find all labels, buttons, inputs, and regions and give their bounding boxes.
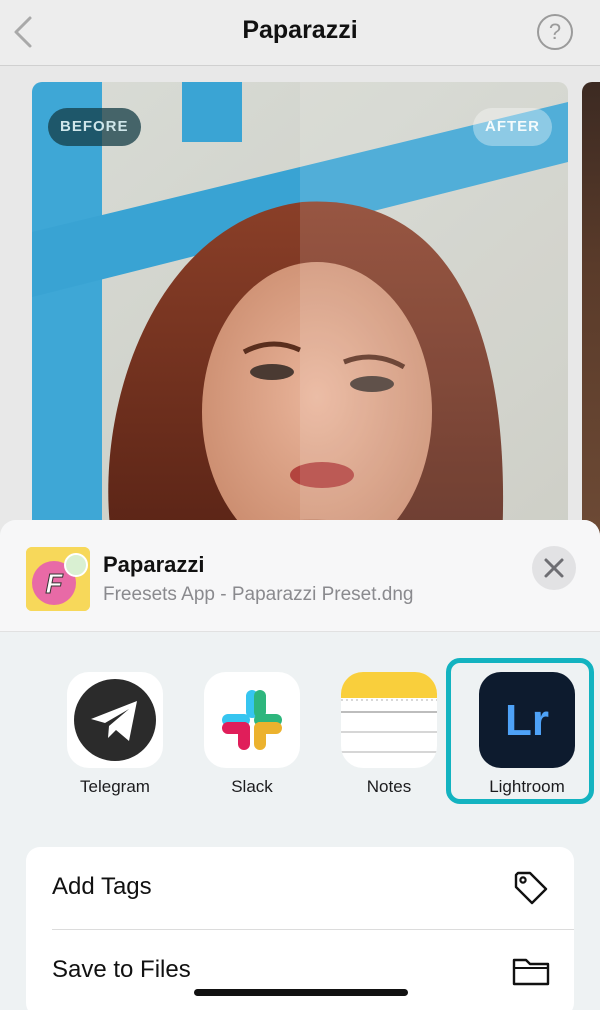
page-title: Paparazzi [242,16,358,44]
share-sheet-header: F Paparazzi Freesets App - Paparazzi Pre… [0,520,600,632]
slack-icon [204,672,300,768]
file-title: Paparazzi [103,552,205,577]
folder-icon [512,958,550,986]
thumb-letter: F [45,568,63,599]
share-app-notes[interactable]: Notes [341,672,437,797]
app-label: Telegram [80,777,150,796]
tag-icon [514,871,548,905]
after-toggle[interactable]: AFTER [473,108,552,146]
next-photo-peek[interactable] [582,82,600,542]
back-button[interactable] [8,12,42,52]
lightroom-icon: Lr [479,672,575,768]
before-after-photo[interactable]: BEFORE AFTER [32,82,568,542]
chevron-left-icon [14,16,32,48]
file-thumbnail: F [26,547,90,611]
before-toggle[interactable]: BEFORE [48,108,141,146]
app-label: Notes [366,777,412,796]
file-subtitle: Freesets App - Paparazzi Preset.dng [103,584,414,605]
share-app-lightroom[interactable]: Lr Lightroom [479,672,575,797]
nav-bar: Paparazzi ? [0,0,600,66]
app-label: Lightroom [489,777,565,796]
home-indicator [194,989,408,996]
share-sheet: F Paparazzi Freesets App - Paparazzi Pre… [0,520,600,1010]
action-label: Save to Files [52,956,191,983]
close-button[interactable] [532,546,576,590]
action-label: Add Tags [52,873,152,900]
lightroom-icon-text: Lr [505,696,549,745]
help-button[interactable]: ? [537,14,573,50]
share-app-telegram[interactable]: Telegram [67,672,163,797]
telegram-icon [67,672,163,768]
freesets-app-icon: F [26,547,90,611]
share-app-slack[interactable]: Slack [204,672,300,797]
notes-icon [341,672,437,768]
save-to-files-action[interactable]: Save to Files [26,930,574,1010]
share-actions-list: Add Tags Save to Files [26,847,574,1010]
app-label: Slack [231,777,273,796]
portrait-image [32,82,568,542]
add-tags-action[interactable]: Add Tags [26,847,574,929]
close-icon [544,558,564,578]
